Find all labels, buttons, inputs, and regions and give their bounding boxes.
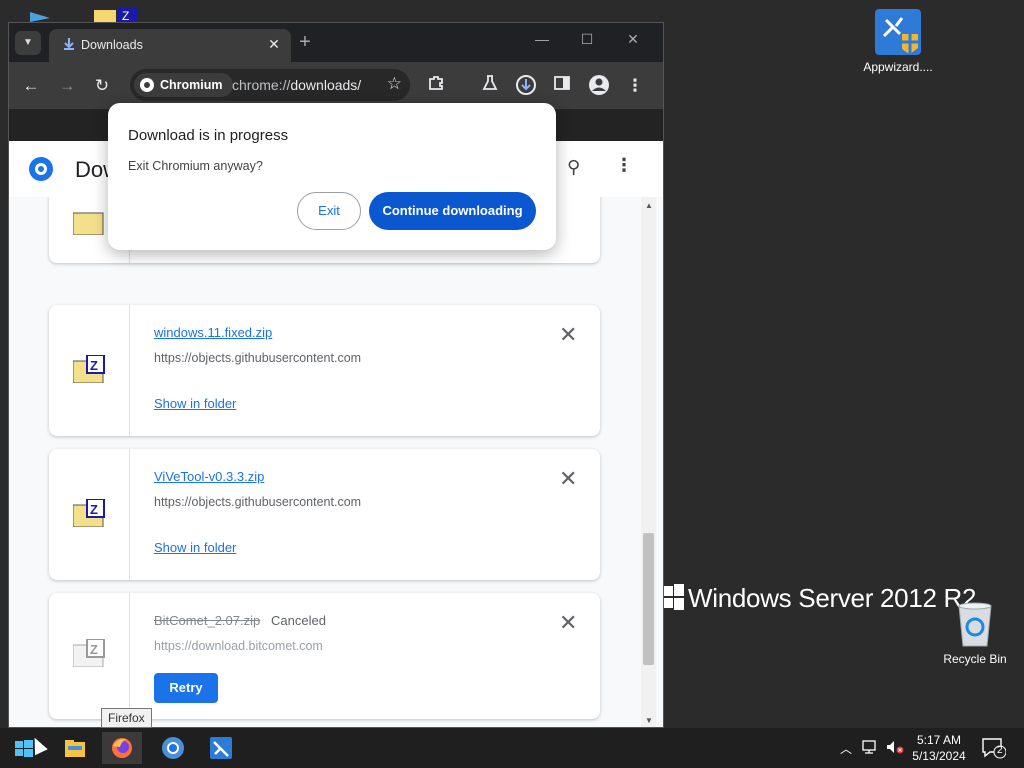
desktop-icon-label: Appwizard.... (863, 60, 933, 74)
downloads-progress-icon[interactable] (514, 74, 538, 98)
maximize-icon[interactable]: ☐ (572, 31, 602, 48)
minimize-icon[interactable]: — (527, 31, 557, 47)
notification-count: 2 (997, 745, 1003, 756)
chromium-icon (140, 78, 154, 92)
profile-avatar-icon[interactable] (587, 74, 611, 98)
extensions-puzzle-icon[interactable] (424, 74, 448, 98)
address-bar[interactable]: Chromium chrome://downloads/ ☆ (130, 69, 410, 101)
labs-flask-icon[interactable] (478, 74, 502, 98)
desktop-partial-icons: Z (28, 6, 148, 23)
side-panel-icon[interactable] (550, 74, 574, 98)
clock-time: 5:17 AM (916, 733, 962, 747)
volume-muted-icon[interactable] (886, 740, 904, 757)
taskbar: ︿ 5:17 AM 5/13/2024 2 (0, 728, 1024, 768)
appwizard-icon (874, 8, 922, 56)
network-icon[interactable] (862, 740, 880, 757)
bookmark-star-icon[interactable]: ☆ (387, 74, 402, 94)
folder-icon (65, 740, 85, 757)
close-window-icon[interactable]: ✕ (618, 31, 648, 48)
taskbar-appwizard[interactable] (201, 732, 241, 764)
desktop-icon-appwizard[interactable]: Appwizard.... (848, 8, 948, 74)
chromium-taskbar-icon (162, 737, 184, 759)
show-hidden-icons-chevron-icon[interactable]: ︿ (840, 740, 852, 757)
download-icon (64, 38, 74, 50)
partial-desktop-icons: Z (30, 8, 138, 23)
chip-label: Chromium (160, 78, 223, 92)
new-tab-plus-icon[interactable]: + (293, 32, 317, 52)
tab-search-chevron-down-icon[interactable]: ▼ (15, 31, 41, 55)
taskbar-tooltip: Firefox (101, 708, 152, 728)
desktop-icon-label: Recycle Bin (943, 652, 1007, 666)
back-arrow-icon[interactable]: ← (19, 74, 43, 98)
forward-arrow-icon[interactable]: → (55, 74, 79, 98)
dialog-message: Exit Chromium anyway? (128, 159, 263, 173)
svg-text:Z: Z (122, 9, 129, 22)
taskbar-file-explorer[interactable] (55, 732, 95, 764)
clock-date: 5/13/2024 (912, 749, 966, 763)
url-text[interactable]: chrome://downloads/ (232, 77, 361, 93)
recycle-bin-icon (951, 600, 999, 648)
exit-button[interactable]: Exit (297, 192, 361, 230)
tab-strip: ▼ Downloads ✕ + — ☐ ✕ (9, 23, 663, 62)
tab-downloads[interactable]: Downloads ✕ (49, 29, 291, 62)
tab-title: Downloads (81, 38, 143, 52)
taskbar-firefox[interactable] (102, 732, 142, 764)
browser-toolbar: ← → ↻ Chromium chrome://downloads/ ☆ ⋮ (9, 62, 663, 109)
desktop-icon-recycle-bin[interactable]: Recycle Bin (925, 600, 1024, 666)
tab-close-icon[interactable]: ✕ (265, 35, 283, 53)
browser-menu-icon[interactable]: ⋮ (623, 74, 647, 98)
url-path: downloads/ (290, 77, 362, 93)
taskbar-chromium[interactable] (153, 732, 193, 764)
appwizard-taskbar-icon (210, 737, 232, 759)
firefox-icon (112, 738, 132, 758)
site-info-chip[interactable]: Chromium (134, 73, 233, 97)
continue-downloading-button[interactable]: Continue downloading (369, 192, 536, 230)
dialog-title: Download is in progress (128, 127, 289, 144)
system-clock[interactable]: 5:17 AM 5/13/2024 (904, 732, 974, 764)
windows-logo-icon (664, 584, 684, 610)
reload-icon[interactable]: ↻ (90, 74, 114, 98)
exit-confirm-dialog: Download is in progress Exit Chromium an… (108, 103, 556, 250)
action-center-icon[interactable]: 2 (980, 736, 1007, 760)
url-scheme: chrome:// (232, 77, 291, 93)
